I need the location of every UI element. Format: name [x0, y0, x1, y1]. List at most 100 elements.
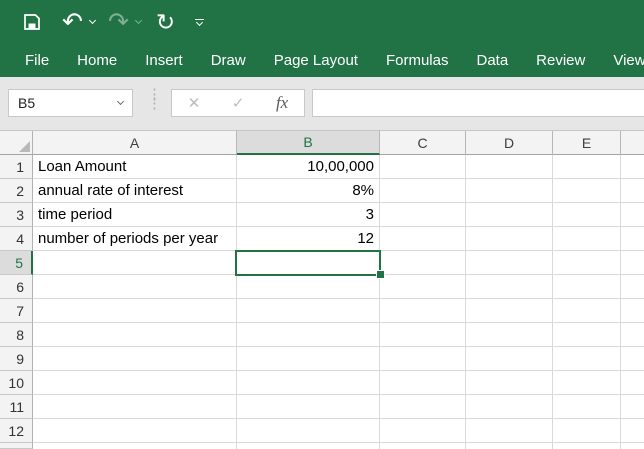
cell-b6[interactable] [237, 275, 380, 299]
cell-a2[interactable]: annual rate of interest [33, 179, 237, 203]
cell-a7[interactable] [33, 299, 237, 323]
cell-c11[interactable] [380, 395, 466, 419]
cell-d8[interactable] [466, 323, 553, 347]
cell-a5[interactable] [33, 251, 237, 275]
cell-c9[interactable] [380, 347, 466, 371]
column-header-e[interactable]: E [553, 131, 621, 155]
cell-c12[interactable] [380, 419, 466, 443]
row-header-3[interactable]: 3 [0, 203, 33, 227]
tab-home[interactable]: Home [77, 52, 117, 69]
repeat-icon[interactable]: ↻ [156, 11, 175, 33]
cell-a10[interactable] [33, 371, 237, 395]
cell-f10[interactable] [621, 371, 644, 395]
row-header-5-selected[interactable]: 5 [0, 251, 33, 275]
row-header-6[interactable]: 6 [0, 275, 33, 299]
cell-d2[interactable] [466, 179, 553, 203]
cell-d7[interactable] [466, 299, 553, 323]
row-header-13-partial[interactable] [0, 443, 33, 449]
cell-f3[interactable] [621, 203, 644, 227]
cell-a6[interactable] [33, 275, 237, 299]
cell-d4[interactable] [466, 227, 553, 251]
cell-f2[interactable] [621, 179, 644, 203]
cell-d3[interactable] [466, 203, 553, 227]
cell-d9[interactable] [466, 347, 553, 371]
select-all-corner[interactable] [0, 131, 33, 155]
cell-f7[interactable] [621, 299, 644, 323]
cell-f11[interactable] [621, 395, 644, 419]
undo-icon[interactable]: ↶ [62, 11, 83, 33]
redo-icon[interactable]: ↷ [108, 11, 129, 33]
tab-data[interactable]: Data [476, 52, 508, 69]
cell-e6[interactable] [553, 275, 621, 299]
cell-e3[interactable] [553, 203, 621, 227]
tab-view[interactable]: View [613, 52, 644, 69]
cell-e9[interactable] [553, 347, 621, 371]
cell-a12[interactable] [33, 419, 237, 443]
cell-e11[interactable] [553, 395, 621, 419]
tab-insert[interactable]: Insert [145, 52, 183, 69]
cell-c5[interactable] [380, 251, 466, 275]
cancel-icon[interactable]: ✕ [188, 96, 201, 111]
cell-a11[interactable] [33, 395, 237, 419]
cell-b13[interactable] [237, 443, 380, 449]
cell-c3[interactable] [380, 203, 466, 227]
cell-c4[interactable] [380, 227, 466, 251]
redo-dropdown-icon[interactable] [135, 17, 142, 24]
name-box[interactable]: B5 [8, 89, 133, 117]
cell-f6[interactable] [621, 275, 644, 299]
cell-d11[interactable] [466, 395, 553, 419]
column-header-d[interactable]: D [466, 131, 553, 155]
cell-e4[interactable] [553, 227, 621, 251]
tab-formulas[interactable]: Formulas [386, 52, 449, 69]
column-header-c[interactable]: C [380, 131, 466, 155]
cell-a4[interactable]: number of periods per year [33, 227, 237, 251]
row-header-7[interactable]: 7 [0, 299, 33, 323]
insert-function-icon[interactable]: fx [276, 93, 288, 113]
cell-d1[interactable] [466, 155, 553, 179]
cell-d12[interactable] [466, 419, 553, 443]
cell-b1[interactable]: 10,00,000 [237, 155, 380, 179]
save-icon[interactable] [22, 12, 42, 32]
row-header-10[interactable]: 10 [0, 371, 33, 395]
row-header-8[interactable]: 8 [0, 323, 33, 347]
tab-review[interactable]: Review [536, 52, 585, 69]
cell-f5[interactable] [621, 251, 644, 275]
cell-c8[interactable] [380, 323, 466, 347]
row-header-2[interactable]: 2 [0, 179, 33, 203]
cell-f9[interactable] [621, 347, 644, 371]
column-header-b-selected[interactable]: B [237, 131, 380, 155]
cell-d13[interactable] [466, 443, 553, 449]
cell-c2[interactable] [380, 179, 466, 203]
cell-e7[interactable] [553, 299, 621, 323]
row-header-1[interactable]: 1 [0, 155, 33, 179]
cell-e8[interactable] [553, 323, 621, 347]
cell-b7[interactable] [237, 299, 380, 323]
row-header-12[interactable]: 12 [0, 419, 33, 443]
enter-icon[interactable]: ✓ [232, 96, 245, 111]
formula-input[interactable] [312, 89, 644, 117]
cell-c10[interactable] [380, 371, 466, 395]
cell-f4[interactable] [621, 227, 644, 251]
tab-page-layout[interactable]: Page Layout [274, 52, 358, 69]
cell-b8[interactable] [237, 323, 380, 347]
cell-a8[interactable] [33, 323, 237, 347]
cell-b4[interactable]: 12 [237, 227, 380, 251]
cell-e12[interactable] [553, 419, 621, 443]
cell-c7[interactable] [380, 299, 466, 323]
cell-c13[interactable] [380, 443, 466, 449]
cell-a3[interactable]: time period [33, 203, 237, 227]
cell-c1[interactable] [380, 155, 466, 179]
cell-b11[interactable] [237, 395, 380, 419]
cell-e13[interactable] [553, 443, 621, 449]
column-header-partial[interactable] [621, 131, 644, 155]
cell-a9[interactable] [33, 347, 237, 371]
cell-b2[interactable]: 8% [237, 179, 380, 203]
tab-draw[interactable]: Draw [211, 52, 246, 69]
cell-e2[interactable] [553, 179, 621, 203]
cell-f13[interactable] [621, 443, 644, 449]
fill-handle[interactable] [377, 271, 384, 278]
customize-quick-access-toolbar-icon[interactable] [195, 19, 204, 25]
cell-f12[interactable] [621, 419, 644, 443]
row-header-9[interactable]: 9 [0, 347, 33, 371]
row-header-11[interactable]: 11 [0, 395, 33, 419]
